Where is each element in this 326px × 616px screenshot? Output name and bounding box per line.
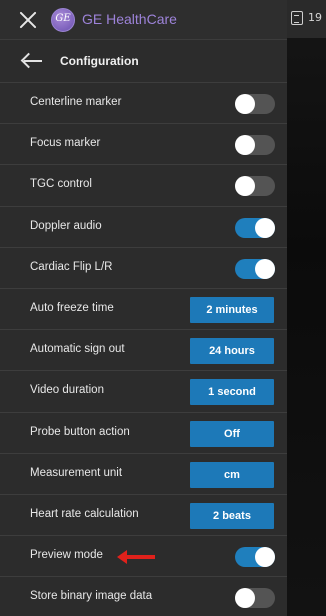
clipboard-icon [291,11,303,25]
status-count: 19 [308,11,322,24]
setting-row[interactable]: Preview mode [0,535,287,577]
close-icon[interactable] [19,11,37,29]
value-button[interactable]: 2 minutes [190,296,274,323]
setting-label: Preview mode [30,549,103,562]
setting-label: Focus marker [30,137,101,150]
setting-row[interactable]: Video duration 1 second [0,370,287,412]
setting-row[interactable]: Centerline marker [0,82,287,124]
toggle-switch[interactable] [235,217,275,238]
background-image [287,0,326,616]
setting-row[interactable]: Cardiac Flip L/R [0,246,287,288]
toggle-knob [235,176,255,197]
toggle-switch[interactable] [235,258,275,279]
app-screen: 19 GE GE HealthCare Configuration Center… [0,0,326,616]
toggle-switch[interactable] [235,135,275,156]
setting-row[interactable]: Doppler audio [0,205,287,247]
setting-label: Doppler audio [30,219,102,232]
app-header: GE GE HealthCare [0,0,287,40]
setting-label: Automatic sign out [30,343,125,356]
toggle-knob [255,258,275,279]
brand-name: GE HealthCare [82,11,177,27]
toggle-switch[interactable] [235,547,275,568]
setting-row[interactable]: Probe button action Off [0,411,287,453]
setting-row[interactable]: Focus marker [0,123,287,165]
setting-row[interactable]: Store binary image data [0,576,287,616]
page-header: Configuration [0,40,287,82]
red-arrow-icon [117,550,155,565]
value-button[interactable]: Off [190,420,274,447]
configuration-panel: GE GE HealthCare Configuration Centerlin… [0,0,287,616]
setting-label: Heart rate calculation [30,507,139,520]
setting-label: Probe button action [30,425,130,438]
setting-label: Cardiac Flip L/R [30,260,113,273]
toggle-knob [255,217,275,238]
toggle-switch[interactable] [235,94,275,114]
setting-label: Store binary image data [30,590,153,603]
arrow-left-icon[interactable] [24,60,42,62]
setting-label: Auto freeze time [30,301,114,314]
value-button[interactable]: cm [190,461,274,488]
setting-label: Centerline marker [30,96,122,108]
setting-label: Video duration [30,384,104,397]
setting-row[interactable]: TGC control [0,164,287,206]
setting-label: TGC control [30,178,92,191]
value-button[interactable]: 1 second [190,379,274,406]
toggle-knob [235,135,255,156]
toggle-knob [235,588,255,609]
settings-list: Centerline marker Focus marker TGC control… [0,82,287,616]
setting-row[interactable]: Automatic sign out 24 hours [0,329,287,371]
setting-row[interactable]: Measurement unit cm [0,452,287,494]
setting-row[interactable]: Auto freeze time 2 minutes [0,287,287,330]
toggle-knob [255,547,275,568]
toggle-switch[interactable] [235,588,275,609]
toggle-switch[interactable] [235,176,275,197]
page-title: Configuration [60,54,139,68]
value-button[interactable]: 2 beats [190,502,274,529]
toggle-knob [235,94,255,114]
setting-label: Measurement unit [30,466,123,479]
ge-logo: GE [51,8,75,32]
value-button[interactable]: 24 hours [190,338,274,365]
logo-text: GE [55,13,71,24]
setting-row[interactable]: Heart rate calculation 2 beats [0,493,287,536]
